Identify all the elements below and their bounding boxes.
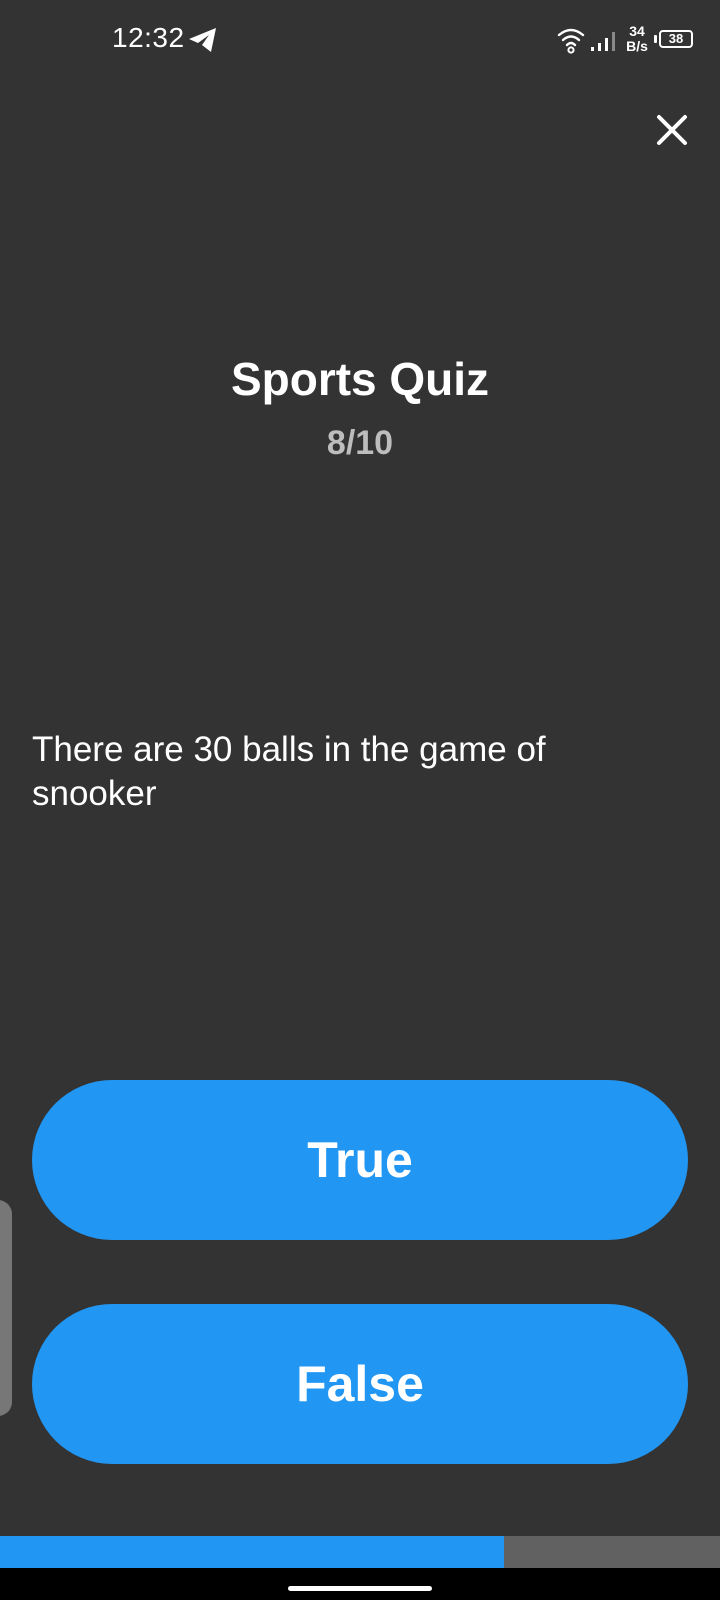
quiz-title: Sports Quiz [230,353,490,405]
question-counter: 8/10 [326,424,394,462]
home-indicator[interactable] [288,1586,432,1591]
true-button[interactable]: True [32,1080,688,1240]
battery-icon: 38 [659,30,693,48]
telegram-icon [189,28,216,52]
network-speed-value: 34 [629,23,645,39]
false-button[interactable]: False [32,1304,688,1464]
status-time: 12:32 [112,22,185,53]
network-speed: 34 B/s [622,24,652,54]
navigation-bar [0,1568,720,1600]
battery-tip [654,35,657,43]
status-bar: 12:32 34 B/s 38 [0,0,720,80]
edge-panel-handle[interactable] [0,1200,12,1416]
network-speed-unit: B/s [626,38,648,54]
wifi-icon [557,28,585,54]
close-icon [657,115,687,145]
quiz-progress-fill [0,1536,504,1568]
signal-icon [591,32,615,51]
question-text: There are 30 balls in the game of snooke… [32,730,546,813]
close-button[interactable] [650,108,694,152]
quiz-progress-bar [0,1536,720,1568]
